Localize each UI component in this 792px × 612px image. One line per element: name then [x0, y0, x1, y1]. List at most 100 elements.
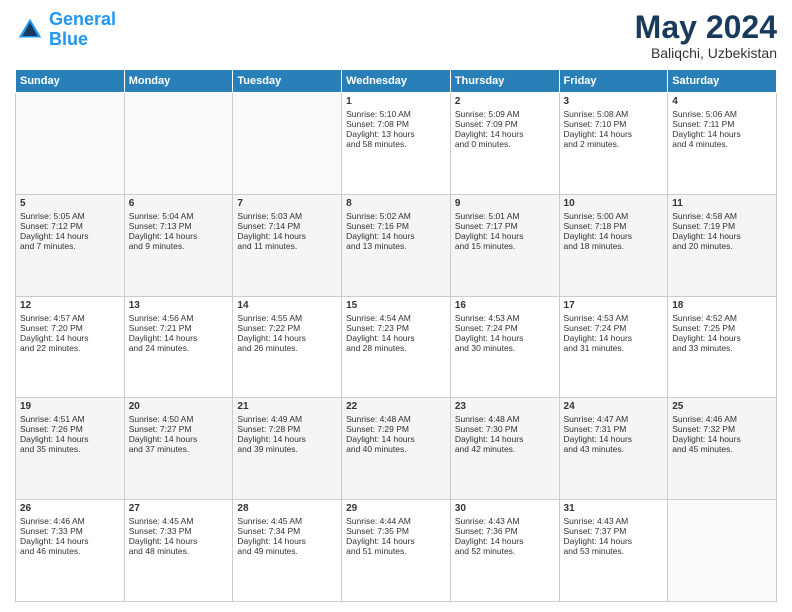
- day-info: Daylight: 14 hours: [455, 434, 555, 444]
- day-info: Sunrise: 4:58 AM: [672, 211, 772, 221]
- calendar-cell: 14Sunrise: 4:55 AMSunset: 7:22 PMDayligh…: [233, 296, 342, 398]
- day-info: Sunset: 7:14 PM: [237, 221, 337, 231]
- day-info: Sunset: 7:36 PM: [455, 526, 555, 536]
- day-info: Sunrise: 4:44 AM: [346, 516, 446, 526]
- day-info: Sunrise: 4:51 AM: [20, 414, 120, 424]
- calendar-cell: 22Sunrise: 4:48 AMSunset: 7:29 PMDayligh…: [342, 398, 451, 500]
- day-info: Sunrise: 5:02 AM: [346, 211, 446, 221]
- weekday-header: Wednesday: [342, 70, 451, 93]
- day-number: 1: [346, 96, 446, 107]
- day-info: Daylight: 14 hours: [129, 536, 229, 546]
- day-number: 10: [564, 198, 664, 209]
- day-info: Sunrise: 4:54 AM: [346, 313, 446, 323]
- day-info: Sunrise: 4:53 AM: [455, 313, 555, 323]
- day-info: Sunset: 7:33 PM: [20, 526, 120, 536]
- day-info: Sunset: 7:11 PM: [672, 119, 772, 129]
- day-info: Sunrise: 4:57 AM: [20, 313, 120, 323]
- calendar-cell: 15Sunrise: 4:54 AMSunset: 7:23 PMDayligh…: [342, 296, 451, 398]
- day-number: 22: [346, 401, 446, 412]
- weekday-header: Thursday: [450, 70, 559, 93]
- day-info: Sunset: 7:31 PM: [564, 424, 664, 434]
- day-number: 13: [129, 300, 229, 311]
- day-info: and 2 minutes.: [564, 139, 664, 149]
- day-info: Daylight: 14 hours: [129, 434, 229, 444]
- day-info: and 45 minutes.: [672, 444, 772, 454]
- calendar-cell: 23Sunrise: 4:48 AMSunset: 7:30 PMDayligh…: [450, 398, 559, 500]
- calendar-cell: 30Sunrise: 4:43 AMSunset: 7:36 PMDayligh…: [450, 500, 559, 602]
- day-info: Sunrise: 4:49 AM: [237, 414, 337, 424]
- day-info: and 15 minutes.: [455, 241, 555, 251]
- calendar-week-row: 19Sunrise: 4:51 AMSunset: 7:26 PMDayligh…: [16, 398, 777, 500]
- day-number: 9: [455, 198, 555, 209]
- day-number: 28: [237, 503, 337, 514]
- day-info: Sunrise: 4:47 AM: [564, 414, 664, 424]
- day-info: Daylight: 14 hours: [20, 536, 120, 546]
- day-info: and 39 minutes.: [237, 444, 337, 454]
- day-number: 18: [672, 300, 772, 311]
- day-info: Sunset: 7:37 PM: [564, 526, 664, 536]
- day-info: Sunset: 7:27 PM: [129, 424, 229, 434]
- day-info: Daylight: 14 hours: [129, 333, 229, 343]
- calendar-table: SundayMondayTuesdayWednesdayThursdayFrid…: [15, 69, 777, 602]
- day-info: and 30 minutes.: [455, 343, 555, 353]
- day-number: 3: [564, 96, 664, 107]
- day-info: Sunset: 7:18 PM: [564, 221, 664, 231]
- weekday-header: Tuesday: [233, 70, 342, 93]
- day-info: and 11 minutes.: [237, 241, 337, 251]
- day-info: Sunset: 7:21 PM: [129, 323, 229, 333]
- day-number: 20: [129, 401, 229, 412]
- day-number: 30: [455, 503, 555, 514]
- day-info: Sunset: 7:23 PM: [346, 323, 446, 333]
- day-info: Sunset: 7:24 PM: [564, 323, 664, 333]
- day-info: and 35 minutes.: [20, 444, 120, 454]
- day-info: and 42 minutes.: [455, 444, 555, 454]
- calendar-cell: 10 Sunrise: 5:00 AMSunset: 7:18 PMDayligh…: [559, 194, 668, 296]
- day-info: Sunrise: 4:43 AM: [564, 516, 664, 526]
- calendar-cell: 17Sunrise: 4:53 AMSunset: 7:24 PMDayligh…: [559, 296, 668, 398]
- day-info: Sunrise: 5:00 AM: [564, 211, 664, 221]
- day-info: Sunrise: 5:06 AM: [672, 109, 772, 119]
- day-info: Sunrise: 5:03 AM: [237, 211, 337, 221]
- day-info: and 48 minutes.: [129, 546, 229, 556]
- day-info: Sunset: 7:20 PM: [20, 323, 120, 333]
- calendar-cell: 2Sunrise: 5:09 AMSunset: 7:09 PMDaylight…: [450, 93, 559, 195]
- day-info: Sunset: 7:16 PM: [346, 221, 446, 231]
- day-info: Daylight: 14 hours: [672, 129, 772, 139]
- day-number: 23: [455, 401, 555, 412]
- day-info: Sunset: 7:33 PM: [129, 526, 229, 536]
- weekday-header: Friday: [559, 70, 668, 93]
- day-info: and 43 minutes.: [564, 444, 664, 454]
- day-number: 7: [237, 198, 337, 209]
- calendar-cell: [124, 93, 233, 195]
- day-info: Sunset: 7:13 PM: [129, 221, 229, 231]
- day-info: Sunrise: 5:08 AM: [564, 109, 664, 119]
- calendar-cell: 6Sunrise: 5:04 AMSunset: 7:13 PMDaylight…: [124, 194, 233, 296]
- calendar-cell: [16, 93, 125, 195]
- day-info: and 52 minutes.: [455, 546, 555, 556]
- day-info: Daylight: 14 hours: [346, 536, 446, 546]
- day-info: Sunset: 7:24 PM: [455, 323, 555, 333]
- day-info: and 9 minutes.: [129, 241, 229, 251]
- day-info: and 58 minutes.: [346, 139, 446, 149]
- day-info: Daylight: 14 hours: [564, 129, 664, 139]
- day-info: Daylight: 14 hours: [564, 333, 664, 343]
- day-info: and 37 minutes.: [129, 444, 229, 454]
- day-info: Sunset: 7:25 PM: [672, 323, 772, 333]
- day-info: Sunrise: 5:01 AM: [455, 211, 555, 221]
- calendar-cell: 19Sunrise: 4:51 AMSunset: 7:26 PMDayligh…: [16, 398, 125, 500]
- day-number: 14: [237, 300, 337, 311]
- day-info: Daylight: 14 hours: [564, 231, 664, 241]
- day-info: Sunset: 7:26 PM: [20, 424, 120, 434]
- day-info: Daylight: 14 hours: [346, 333, 446, 343]
- day-info: Daylight: 14 hours: [564, 536, 664, 546]
- header: General Blue May 2024 Baliqchi, Uzbekist…: [15, 10, 777, 61]
- day-info: Daylight: 14 hours: [237, 333, 337, 343]
- day-info: Sunrise: 4:48 AM: [346, 414, 446, 424]
- day-info: Daylight: 14 hours: [237, 231, 337, 241]
- calendar-cell: 21Sunrise: 4:49 AMSunset: 7:28 PMDayligh…: [233, 398, 342, 500]
- day-info: Sunset: 7:32 PM: [672, 424, 772, 434]
- calendar-week-row: 12Sunrise: 4:57 AMSunset: 7:20 PMDayligh…: [16, 296, 777, 398]
- day-info: Sunrise: 4:46 AM: [20, 516, 120, 526]
- calendar-cell: [668, 500, 777, 602]
- day-info: Daylight: 14 hours: [672, 333, 772, 343]
